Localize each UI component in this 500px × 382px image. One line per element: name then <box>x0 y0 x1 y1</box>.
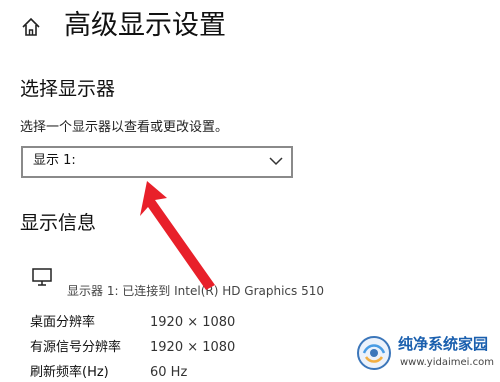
watermark-url: www.yidaimei.com <box>400 357 494 368</box>
info-row-refresh-rate: 刷新频率(Hz) 60 Hz <box>30 364 290 382</box>
info-row-desktop-resolution: 桌面分辨率 1920 × 1080 <box>30 314 290 332</box>
chevron-down-icon <box>269 157 283 166</box>
watermark-logo-icon <box>357 336 391 370</box>
home-icon[interactable] <box>20 16 42 38</box>
display-select-dropdown[interactable]: 显示 1: <box>21 146 293 178</box>
watermark-text: 纯净系统家园 <box>398 335 489 353</box>
select-display-description: 选择一个显示器以查看或更改设置。 <box>20 120 229 135</box>
select-display-heading: 选择显示器 <box>20 78 116 100</box>
info-value: 1920 × 1080 <box>150 340 236 355</box>
monitor-icon <box>32 268 52 286</box>
page-title: 高级显示设置 <box>64 10 226 41</box>
info-label: 有源信号分辨率 <box>30 340 122 355</box>
info-row-active-signal-resolution: 有源信号分辨率 1920 × 1080 <box>30 339 290 357</box>
info-label: 刷新频率(Hz) <box>30 365 109 380</box>
display-select-value: 显示 1: <box>33 153 76 168</box>
display-info-heading: 显示信息 <box>20 212 97 234</box>
info-label: 桌面分辨率 <box>30 315 96 330</box>
info-value: 60 Hz <box>150 365 188 380</box>
monitor-connection-text: 显示器 1: 已连接到 Intel(R) HD Graphics 510 <box>67 284 324 298</box>
info-value: 1920 × 1080 <box>150 315 236 330</box>
